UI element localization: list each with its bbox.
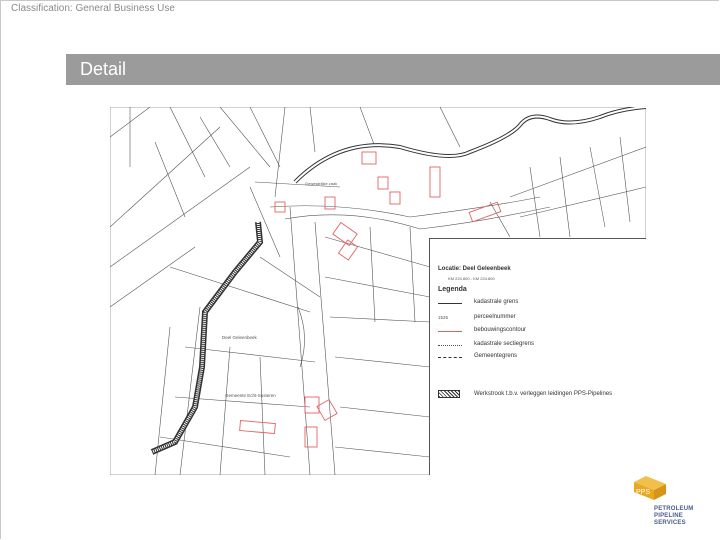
map-legend: Locatie: Deel Geleenbeek KM 224.800 - KM… — [429, 238, 646, 475]
legend-item-label: perceelnummer — [474, 314, 516, 320]
legend-item-label: Gemeentegrens — [474, 353, 518, 359]
legend-item: kadastrale sectiegrens — [438, 341, 643, 351]
legend-item-label: bebouwingscontour — [474, 327, 527, 333]
page-title: Detail — [80, 59, 127, 79]
logo-mark-icon: PPS — [634, 476, 666, 500]
title-bar: Detail — [66, 54, 720, 85]
company-logo: PPS PETROLEUM PIPELINE SERVICES — [630, 472, 710, 528]
dashed-line-symbol — [438, 357, 462, 358]
classification-label: Classification: General Business Use — [11, 3, 175, 14]
dotted-line-symbol — [438, 345, 462, 346]
legend-item-label: Werkstrook t.b.v. verleggen leidingen PP… — [474, 391, 613, 397]
parcel-number-sample: 1526 — [438, 315, 449, 320]
municipality-label-1: Deel Geleenbeek — [222, 335, 258, 340]
legend-item-label: kadastrale grens — [474, 299, 519, 305]
road-label: Gewestelijke zaak — [305, 181, 337, 186]
municipality-label-2: Gemeente Echt-Susteren — [225, 393, 276, 398]
legend-item: 1526 perceelnummer — [438, 314, 643, 324]
legend-title: Legenda — [438, 286, 467, 293]
cadastral-map: Gewestelijke zaak Deel Geleenbeek Gemeen… — [110, 107, 646, 475]
logo-line-3: SERVICES — [654, 520, 686, 526]
logo-line-2: PIPELINE — [654, 513, 683, 519]
legend-item: Werkstrook t.b.v. verleggen leidingen PP… — [438, 390, 643, 400]
legend-coords: KM 224.800 - KM 224.800 — [448, 276, 495, 281]
red-line-symbol — [438, 331, 462, 332]
legend-item: kadastrale grens — [438, 299, 643, 309]
legend-location: Locatie: Deel Geleenbeek — [438, 266, 511, 272]
solid-line-symbol — [438, 303, 462, 304]
hatch-symbol — [438, 390, 460, 398]
legend-item: Gemeentegrens — [438, 353, 643, 363]
logo-line-1: PETROLEUM — [654, 506, 694, 512]
logo-mark-text: PPS — [636, 489, 650, 496]
legend-item-label: kadastrale sectiegrens — [474, 341, 535, 347]
legend-item: bebouwingscontour — [438, 327, 643, 337]
